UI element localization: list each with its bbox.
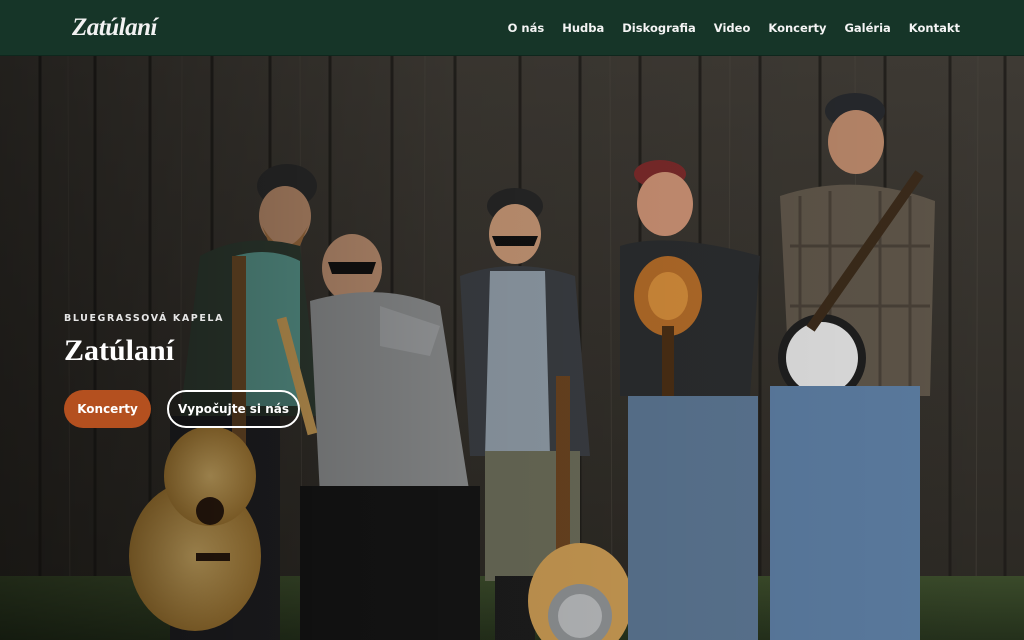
nav-item-diskografia[interactable]: Diskografia bbox=[622, 21, 696, 35]
nav-item-hudba[interactable]: Hudba bbox=[562, 21, 604, 35]
nav-item-o-nas[interactable]: O nás bbox=[508, 21, 545, 35]
nav-item-video[interactable]: Video bbox=[714, 21, 751, 35]
hero-buttons: Koncerty Vypočujte si nás bbox=[64, 390, 300, 428]
hero-title: Zatúlaní bbox=[64, 334, 175, 367]
hero-eyebrow: BLUEGRASSOVÁ KAPELA bbox=[64, 313, 225, 324]
main-nav: O nás Hudba Diskografia Video Koncerty G… bbox=[508, 21, 960, 35]
nav-item-koncerty[interactable]: Koncerty bbox=[768, 21, 826, 35]
listen-button[interactable]: Vypočujte si nás bbox=[167, 390, 300, 428]
hero-section: BLUEGRASSOVÁ KAPELA Zatúlaní Koncerty Vy… bbox=[0, 56, 1024, 640]
nav-item-kontakt[interactable]: Kontakt bbox=[909, 21, 960, 35]
top-navbar: Zatúlaní O nás Hudba Diskografia Video K… bbox=[0, 0, 1024, 56]
site-logo[interactable]: Zatúlaní bbox=[72, 14, 157, 42]
hero-content: BLUEGRASSOVÁ KAPELA Zatúlaní Koncerty Vy… bbox=[64, 313, 300, 428]
concerts-button[interactable]: Koncerty bbox=[64, 390, 151, 428]
nav-item-galeria[interactable]: Galéria bbox=[844, 21, 890, 35]
